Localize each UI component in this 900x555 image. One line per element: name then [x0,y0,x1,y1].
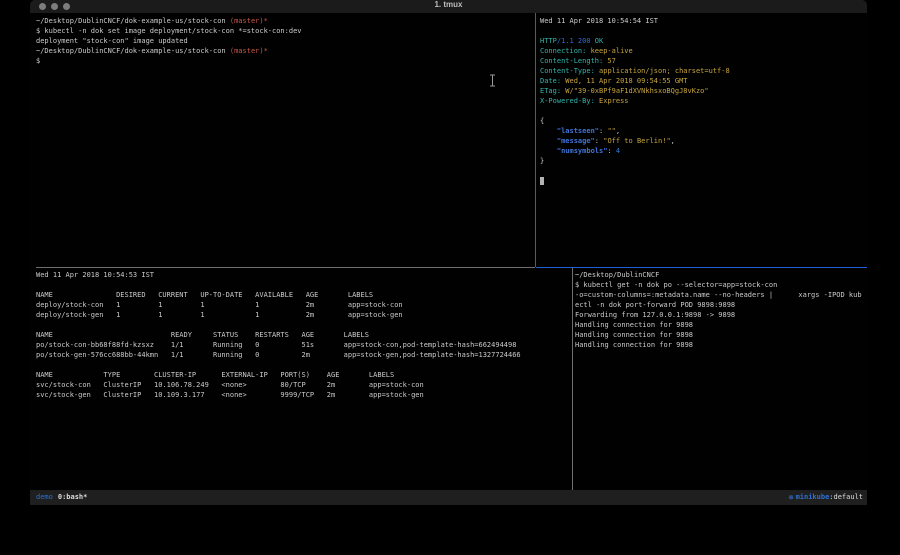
terminal-line: Handling connection for 9898 [575,340,865,350]
terminal-line: Connection: keep-alive [540,46,864,56]
terminal-line: "message": "Off to Berlin!", [540,136,864,146]
terminal-line: X-Powered-By: Express [540,96,864,106]
tmux-pane-top-left[interactable]: ~/Desktop/DublinCNCF/dok-example-us/stoc… [36,16,534,265]
terminal-line [36,320,568,330]
terminal-line [540,166,864,176]
kube-namespace: :default [829,490,863,505]
pane-border-horizontal-left [36,267,535,268]
terminal-line: Content-Type: application/json; charset=… [540,66,864,76]
terminal-line [540,26,864,36]
terminal-line: Handling connection for 9898 [575,320,865,330]
pane-border-vertical-bottom [572,268,573,490]
terminal-line: po/stock-gen-576cc688bb-44kmn 1/1 Runnin… [36,350,568,360]
pane-border-horizontal-right-active [536,267,867,268]
terminal-line: { [540,116,864,126]
terminal-line: deploy/stock-con 1 1 1 1 2m app=stock-co… [36,300,568,310]
terminal-line: $ kubectl get -n dok po --selector=app=s… [575,280,865,290]
mouse-ibeam-pointer [489,72,496,91]
kube-context: minikube [796,490,830,505]
tmux-status-bar: demo 0:bash* ☸ minikube :default [30,490,867,505]
terminal-line: deploy/stock-gen 1 1 1 1 2m app=stock-ge… [36,310,568,320]
terminal-window: 1. tmux ~/Desktop/DublinCNCF/dok-example… [30,0,867,505]
terminal-line: Wed 11 Apr 2018 10:54:53 IST [36,270,568,280]
window-tab-label[interactable]: 0:bash* [58,490,88,505]
terminal-line [36,360,568,370]
terminal-line: ~/Desktop/DublinCNCF/dok-example-us/stoc… [36,46,534,56]
terminal-line: ~/Desktop/DublinCNCF [575,270,865,280]
terminal-line: } [540,156,864,166]
terminal-line: NAME TYPE CLUSTER-IP EXTERNAL-IP PORT(S)… [36,370,568,380]
terminal-line: Content-Length: 57 [540,56,864,66]
pane-border-vertical-top-active [535,13,536,267]
kubernetes-icon: ☸ [789,490,794,505]
terminal-line: Handling connection for 9898 [575,330,865,340]
terminal-line: NAME DESIRED CURRENT UP-TO-DATE AVAILABL… [36,290,568,300]
tmux-pane-top-right-active[interactable]: Wed 11 Apr 2018 10:54:54 IST HTTP/1.1 200… [540,16,864,265]
terminal-line: "numsymbols": 4 [540,146,864,156]
terminal-line: svc/stock-con ClusterIP 10.106.78.249 <n… [36,380,568,390]
terminal-line: po/stock-con-bb68f88fd-kzsxz 1/1 Running… [36,340,568,350]
status-bar-left: demo 0:bash* [30,490,87,505]
terminal-line: svc/stock-gen ClusterIP 10.109.3.177 <no… [36,390,568,400]
terminal-line: "lastseen": "", [540,126,864,136]
terminal-line: $ [36,56,534,66]
tmux-pane-bottom-left[interactable]: Wed 11 Apr 2018 10:54:53 IST NAME DESIRED… [36,270,568,488]
terminal-line: $ kubectl -n dok set image deployment/st… [36,26,534,36]
terminal-line: deployment "stock-con" image updated [36,36,534,46]
terminal-line: Wed 11 Apr 2018 10:54:54 IST [540,16,864,26]
terminal-line: Date: Wed, 11 Apr 2018 09:54:55 GMT [540,76,864,86]
terminal-line: ~/Desktop/DublinCNCF/dok-example-us/stoc… [36,16,534,26]
terminal-line: NAME READY STATUS RESTARTS AGE LABELS [36,330,568,340]
window-titlebar: 1. tmux [30,0,867,13]
terminal-line: ETag: W/"39-0xBPf9aF1dXVNkhsxoBQgJ8vKzo" [540,86,864,96]
session-name: demo [36,490,53,505]
tmux-pane-bottom-right[interactable]: ~/Desktop/DublinCNCF$ kubectl get -n dok… [575,270,865,488]
status-bar-right: ☸ minikube :default [789,490,867,505]
window-title: 1. tmux [30,0,867,13]
desktop: { "window": { "title": "1. tmux" }, "col… [0,0,900,555]
terminal-line [540,176,864,186]
terminal-line: Forwarding from 127.0.0.1:9898 -> 9898 [575,310,865,320]
terminal-line: HTTP/1.1 200 OK [540,36,864,46]
terminal-line [36,280,568,290]
terminal-line: -o=custom-columns=:metadata.name --no-he… [575,290,865,300]
terminal-line [540,106,864,116]
terminal-line: ectl -n dok port-forward POD 9898:9898 [575,300,865,310]
